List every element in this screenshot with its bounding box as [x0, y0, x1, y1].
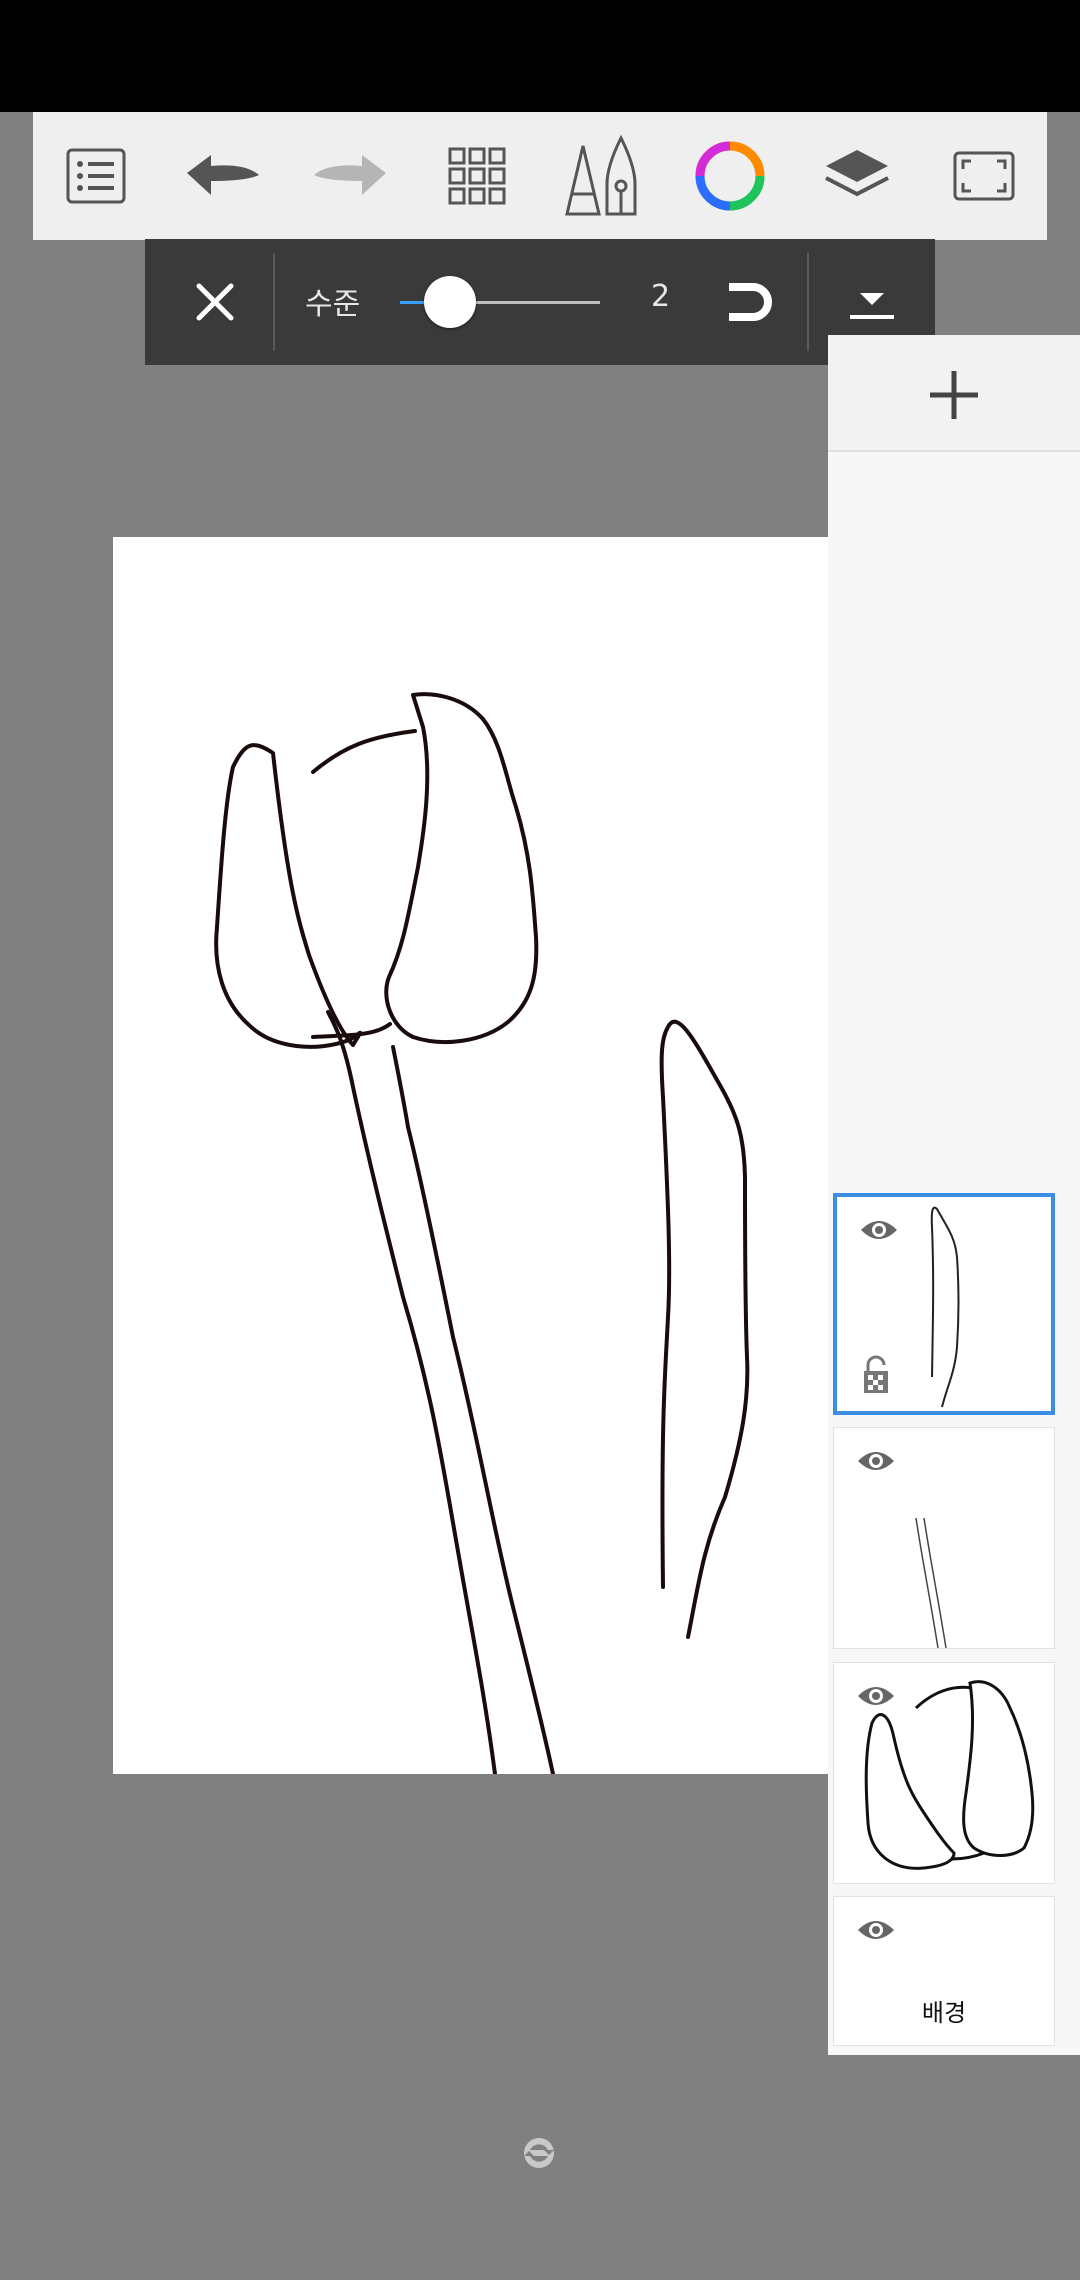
- add-layer-icon[interactable]: [924, 365, 984, 425]
- layer-item-background[interactable]: 배경: [833, 1896, 1055, 2046]
- undo-icon: [187, 155, 260, 195]
- fullscreen-button[interactable]: [929, 121, 1039, 231]
- brush-pen-icon: [565, 134, 637, 216]
- tulip-drawing: [214, 692, 750, 1774]
- stabilizer-bar: 수준 2: [145, 239, 935, 365]
- layer-name: 배경: [921, 1999, 967, 2027]
- grid-icon: [448, 147, 506, 205]
- divider: [273, 253, 275, 351]
- eye-icon[interactable]: [856, 1915, 896, 1945]
- layers-icon: [824, 150, 889, 197]
- layer-item-leaf[interactable]: [833, 1193, 1055, 1415]
- divider: [807, 253, 809, 351]
- list-menu-icon: [66, 148, 126, 204]
- level-label: 수준: [305, 287, 361, 322]
- level-value: 2: [651, 279, 671, 314]
- rotate-icon[interactable]: [522, 2136, 556, 2170]
- color-wheel-icon: [695, 141, 765, 211]
- drawing-canvas[interactable]: [113, 537, 828, 1774]
- redo-button[interactable]: [295, 121, 405, 231]
- layers-button[interactable]: [802, 121, 912, 231]
- color-button[interactable]: [675, 121, 785, 231]
- collapse-icon[interactable]: [840, 269, 904, 333]
- layer-thumbnail: [915, 1517, 947, 1648]
- grid-button[interactable]: [422, 121, 532, 231]
- top-toolbar: [33, 112, 1047, 240]
- fullscreen-icon: [953, 151, 1015, 201]
- layer-item-stem[interactable]: [833, 1427, 1055, 1649]
- magnet-icon[interactable]: [725, 277, 775, 327]
- layer-item-flower[interactable]: [833, 1662, 1055, 1884]
- add-layer-area: [828, 335, 1080, 452]
- layers-panel: 배경: [828, 335, 1080, 2055]
- level-slider-thumb[interactable]: [424, 276, 476, 328]
- close-icon[interactable]: [185, 272, 245, 332]
- status-bar: [0, 0, 1080, 112]
- redo-icon: [313, 155, 386, 195]
- menu-button[interactable]: [41, 121, 151, 231]
- layer-thumbnail: [864, 1680, 1035, 1870]
- undo-button[interactable]: [168, 121, 278, 231]
- layer-thumbnail: [930, 1206, 960, 1408]
- brush-button[interactable]: [548, 121, 658, 231]
